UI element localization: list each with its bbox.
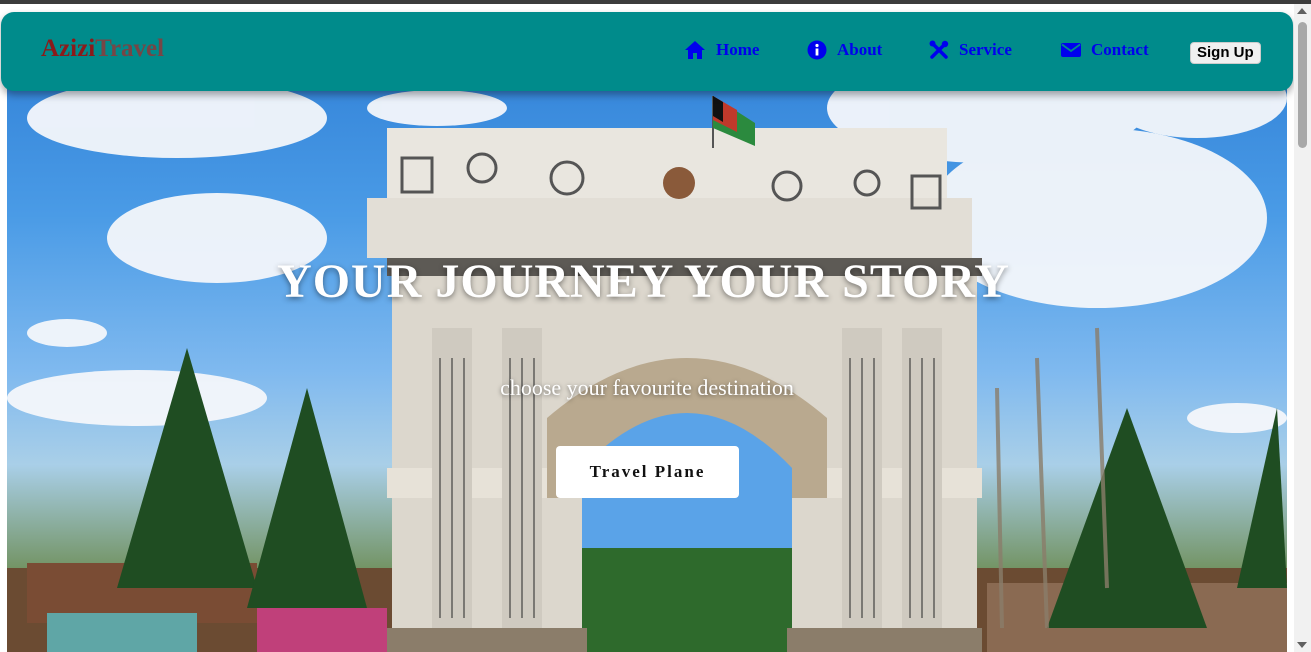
envelope-icon xyxy=(1061,43,1081,57)
nav-home-label: Home xyxy=(716,40,760,59)
window-top-edge xyxy=(0,0,1311,4)
nav-about[interactable]: About xyxy=(807,40,882,60)
tools-icon xyxy=(929,40,949,59)
brand-logo-part1: Azizi xyxy=(41,35,96,62)
arch-monument-photo xyxy=(7,53,1287,652)
brand-logo-part2: Travel xyxy=(95,35,165,62)
scroll-up-arrow-icon[interactable] xyxy=(1297,8,1307,14)
scrollbar-thumb[interactable] xyxy=(1298,22,1307,148)
hero-background-image xyxy=(7,28,1287,652)
scroll-down-arrow-icon[interactable] xyxy=(1297,642,1307,648)
home-icon xyxy=(685,41,705,59)
nav-home[interactable]: Home xyxy=(684,40,759,60)
brand-logo[interactable]: AziziTravel xyxy=(41,35,164,63)
nav-service[interactable]: Service xyxy=(929,40,1012,60)
nav-service-label: Service xyxy=(959,40,1012,59)
nav-about-label: About xyxy=(837,40,883,59)
info-icon xyxy=(807,40,827,60)
nav-contact-label: Contact xyxy=(1091,40,1149,59)
navbar: AziziTravel Home About Service Contact S xyxy=(1,12,1293,91)
signup-button[interactable]: Sign Up xyxy=(1190,42,1261,64)
vertical-scrollbar[interactable] xyxy=(1294,4,1311,652)
nav-contact[interactable]: Contact xyxy=(1061,40,1149,60)
hero-headline: YOUR JOURNEY YOUR STORY xyxy=(277,255,1010,308)
travel-plan-button[interactable]: Travel Plane xyxy=(556,446,739,498)
hero-subline: choose your favourite destination xyxy=(500,375,794,400)
